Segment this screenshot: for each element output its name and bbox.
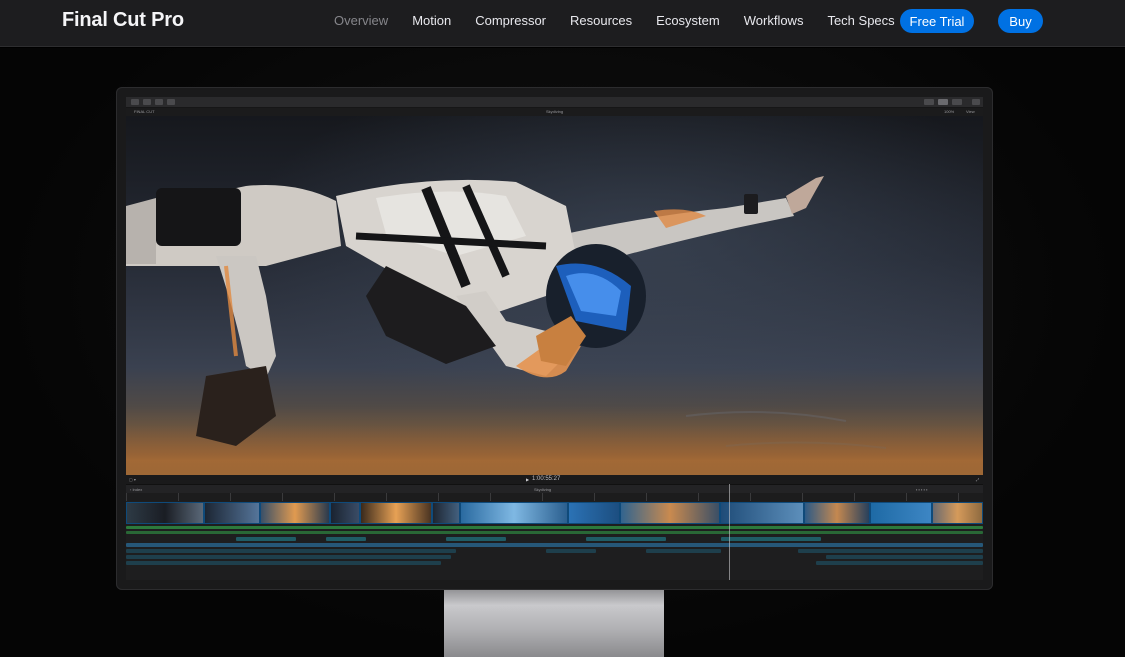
clip[interactable] bbox=[620, 502, 720, 524]
nav-link-motion[interactable]: Motion bbox=[412, 13, 451, 28]
product-title[interactable]: Final Cut Pro bbox=[62, 9, 184, 32]
clip[interactable] bbox=[870, 502, 932, 524]
play-icon[interactable]: ▶ bbox=[526, 477, 529, 483]
clip[interactable] bbox=[126, 502, 204, 524]
sound-lane[interactable] bbox=[816, 561, 983, 565]
clip[interactable] bbox=[360, 502, 432, 524]
clip[interactable] bbox=[460, 502, 568, 524]
inspector-toggle-icon[interactable] bbox=[952, 99, 962, 105]
share-icon[interactable] bbox=[972, 99, 980, 105]
fullscreen-icon[interactable]: ⤢ bbox=[976, 477, 979, 483]
video-viewer[interactable] bbox=[126, 116, 983, 475]
free-trial-button[interactable]: Free Trial bbox=[900, 9, 974, 33]
clip[interactable] bbox=[330, 502, 360, 524]
sound-lane[interactable] bbox=[826, 555, 983, 559]
nav-link-tech-specs[interactable]: Tech Specs bbox=[827, 13, 894, 28]
global-nav: Final Cut Pro Overview Motion Compressor… bbox=[0, 0, 1125, 47]
playhead[interactable] bbox=[729, 484, 730, 580]
import-icon[interactable] bbox=[131, 99, 139, 105]
playback-controls: ▢ ▾ ▶ 1:00:55:27 ⤢ bbox=[126, 475, 983, 484]
music-lane[interactable] bbox=[126, 543, 983, 547]
clip[interactable] bbox=[260, 502, 330, 524]
timecode-display[interactable]: 1:00:55:27 bbox=[532, 475, 560, 484]
timeline-toggle-icon[interactable] bbox=[938, 99, 948, 105]
browser-toggle-icon[interactable] bbox=[924, 99, 934, 105]
view-menu[interactable]: View bbox=[966, 109, 975, 115]
clip[interactable] bbox=[432, 502, 460, 524]
timeline-header: ‹ Index Skydiving ▪ ▪ ▪ ▪ ▪ bbox=[126, 484, 983, 493]
sound-lane[interactable] bbox=[546, 549, 596, 553]
background-tasks-icon[interactable] bbox=[167, 99, 175, 105]
nav-link-resources[interactable]: Resources bbox=[570, 13, 632, 28]
sound-lane[interactable] bbox=[126, 549, 456, 553]
nav-link-workflows[interactable]: Workflows bbox=[744, 13, 804, 28]
sound-lane[interactable] bbox=[646, 549, 721, 553]
audio-lane[interactable] bbox=[126, 526, 983, 529]
sound-lane[interactable] bbox=[126, 561, 441, 565]
clip[interactable] bbox=[804, 502, 870, 524]
sound-lane[interactable] bbox=[126, 555, 451, 559]
check-icon[interactable] bbox=[155, 99, 163, 105]
viewer-header: FINAL CUT Skydiving 100% View bbox=[126, 108, 983, 116]
clip[interactable] bbox=[720, 502, 804, 524]
nav-link-overview[interactable]: Overview bbox=[334, 13, 388, 28]
pro-display: FINAL CUT Skydiving 100% View ▢ ▾ ▶ 1:00… bbox=[116, 87, 993, 590]
nav-link-compressor[interactable]: Compressor bbox=[475, 13, 546, 28]
nav-links: Overview Motion Compressor Resources Eco… bbox=[334, 0, 919, 41]
sound-lane[interactable] bbox=[798, 549, 983, 553]
nav-link-ecosystem[interactable]: Ecosystem bbox=[656, 13, 720, 28]
viewer-title: Skydiving bbox=[546, 109, 564, 114]
clip[interactable] bbox=[568, 502, 620, 524]
display-stand bbox=[444, 588, 664, 657]
audio-lane[interactable] bbox=[126, 531, 983, 534]
connected-clip[interactable] bbox=[326, 537, 366, 541]
library-label: FINAL CUT bbox=[134, 109, 155, 114]
transform-icon[interactable]: ▢ ▾ bbox=[129, 477, 136, 483]
fcp-screen: FINAL CUT Skydiving 100% View ▢ ▾ ▶ 1:00… bbox=[126, 97, 983, 580]
clip[interactable] bbox=[204, 502, 260, 524]
key-icon[interactable] bbox=[143, 99, 151, 105]
connected-clip[interactable] bbox=[236, 537, 296, 541]
primary-storyline bbox=[126, 502, 983, 524]
clip[interactable] bbox=[932, 502, 983, 524]
connected-clip[interactable] bbox=[446, 537, 506, 541]
zoom-menu[interactable]: 100% bbox=[944, 109, 954, 115]
buy-button[interactable]: Buy bbox=[998, 9, 1043, 33]
skydiver-image bbox=[126, 176, 887, 449]
connected-clip[interactable] bbox=[586, 537, 666, 541]
fcp-toolbar bbox=[126, 97, 983, 108]
connected-clip[interactable] bbox=[721, 537, 821, 541]
timeline-ruler[interactable] bbox=[126, 493, 983, 501]
